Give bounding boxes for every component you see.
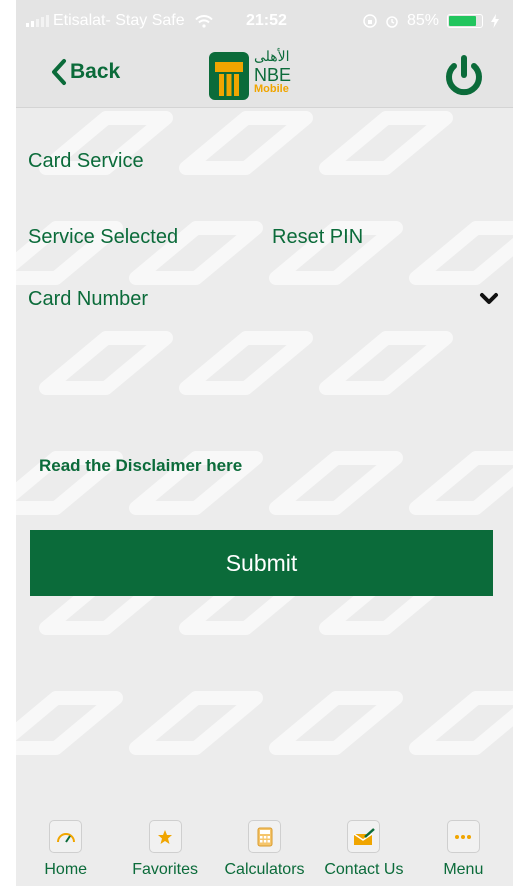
speedometer-icon — [49, 820, 83, 853]
tab-menu[interactable]: Menu — [414, 808, 513, 886]
logo-text: الأهلى NBE Mobile — [254, 48, 291, 95]
charging-icon — [491, 14, 499, 28]
nbe-logo-mark — [209, 52, 249, 100]
logo-arabic: الأهلى — [254, 49, 290, 65]
logout-button[interactable] — [443, 54, 485, 103]
tab-calculators[interactable]: Calculators — [215, 808, 314, 886]
back-label: Back — [70, 60, 121, 83]
status-time: 21:52 — [246, 12, 287, 29]
card-service-form: Card Service Service Selected Reset PIN … — [16, 108, 513, 808]
top-navigation-bar: Back الأهلى NBE Mobile — [16, 42, 513, 108]
card-number-label[interactable]: Card Number — [28, 288, 148, 311]
nbe-logo: الأهلى NBE Mobile — [208, 48, 291, 102]
status-right: 85% — [363, 12, 499, 30]
back-button[interactable]: Back — [50, 58, 120, 86]
disclaimer-link[interactable]: Read the Disclaimer here — [39, 456, 242, 476]
orientation-lock-icon — [363, 14, 377, 28]
star-icon — [148, 820, 182, 853]
envelope-pencil-icon — [347, 820, 381, 853]
bottom-tab-bar: Home Favorites Calculators Contact Us Me… — [16, 808, 513, 886]
logo-nbe: NBE — [254, 65, 292, 85]
battery-icon — [447, 14, 483, 28]
service-selected-label: Service Selected — [28, 226, 179, 248]
signal-icon — [26, 15, 49, 27]
status-bar: Etisalat- Stay Safe 21:52 85% — [16, 0, 513, 42]
power-icon — [446, 55, 482, 96]
carrier-name: Etisalat- Stay Safe — [53, 12, 185, 29]
logo-mobile: Mobile — [254, 83, 289, 95]
battery-percent: 85% — [406, 12, 439, 29]
submit-button[interactable]: Submit — [30, 530, 493, 596]
tab-favorites[interactable]: Favorites — [115, 808, 214, 886]
carrier-info: Etisalat- Stay Safe — [26, 12, 213, 30]
card-number-dropdown[interactable] — [479, 292, 499, 311]
tab-home-label: Home — [44, 861, 88, 878]
tab-menu-label: Menu — [443, 861, 484, 878]
tab-home[interactable]: Home — [16, 808, 115, 886]
more-dots-icon — [446, 820, 480, 853]
tab-contact-us-label: Contact Us — [324, 861, 404, 878]
phone-screen: Etisalat- Stay Safe 21:52 85% Back الأهل… — [16, 0, 513, 886]
tab-calculators-label: Calculators — [224, 861, 305, 878]
alarm-icon — [386, 16, 398, 28]
section-title: Card Service — [28, 150, 144, 172]
chevron-down-icon — [480, 293, 498, 304]
tab-favorites-label: Favorites — [132, 861, 198, 878]
calculator-icon — [248, 820, 282, 853]
tab-contact-us[interactable]: Contact Us — [314, 808, 413, 886]
wifi-icon — [194, 14, 213, 28]
service-selected-value: Reset PIN — [272, 226, 364, 248]
chevron-left-icon — [52, 59, 66, 85]
